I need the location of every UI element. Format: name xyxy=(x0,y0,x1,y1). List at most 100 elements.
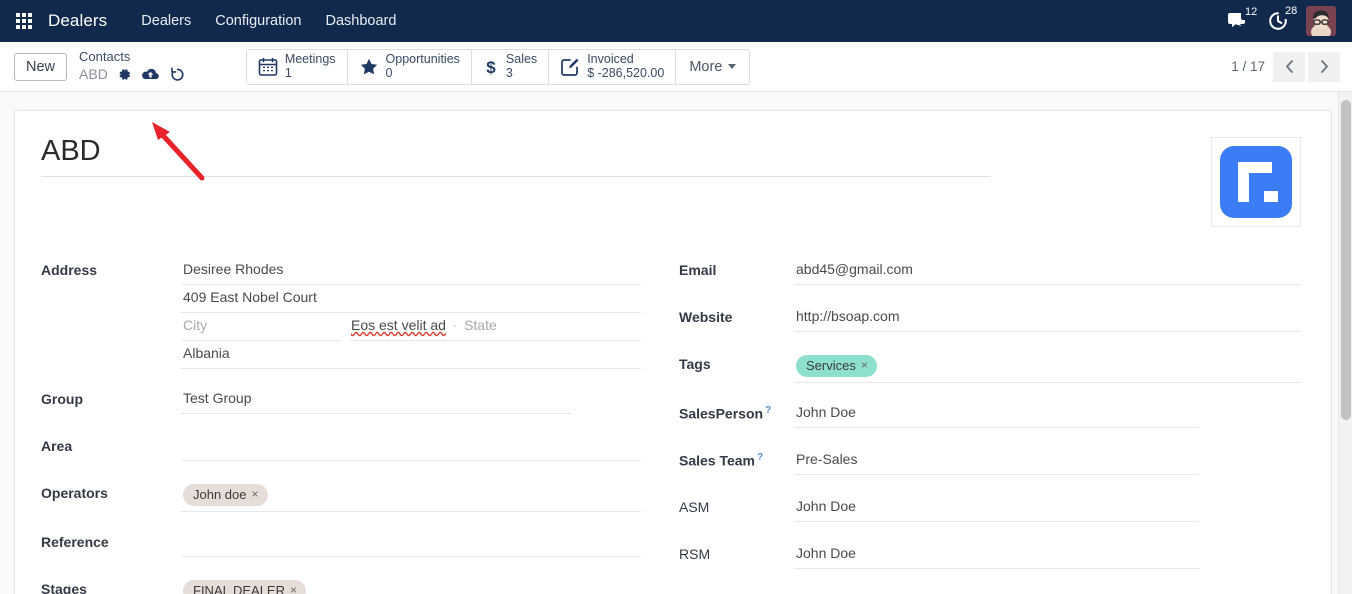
field-label-asm: ASM xyxy=(679,499,710,515)
tag-stage-label: FINAL DEALER xyxy=(193,583,285,594)
cloud-upload-icon[interactable] xyxy=(141,67,160,82)
field-address: Address Desiree Rhodes 409 East Nobel Co… xyxy=(41,257,641,369)
field-body-address: Desiree Rhodes 409 East Nobel Court City… xyxy=(181,257,641,369)
field-website: Website http://bsoap.com xyxy=(679,304,1301,334)
asm-input[interactable]: John Doe xyxy=(794,494,1199,522)
tag-remove-icon[interactable]: × xyxy=(861,357,868,374)
menu-item-dashboard[interactable]: Dashboard xyxy=(314,7,409,35)
field-body-group: Test Group xyxy=(181,386,641,414)
form-content-area: ABD Address Desiree Rhodes 409 East Nobe… xyxy=(0,92,1352,594)
field-label-email: Email xyxy=(679,262,717,278)
stat-value-opportunities: 0 xyxy=(385,65,393,80)
tags-input[interactable]: Services × xyxy=(794,351,1301,383)
stat-button-invoiced[interactable]: Invoiced $ -286,520.00 xyxy=(549,49,677,84)
help-tooltip-icon[interactable]: ? xyxy=(757,452,763,463)
field-email: Email abd45@gmail.com xyxy=(679,257,1301,287)
field-operators: Operators John doe × xyxy=(41,480,641,512)
messages-menu-button[interactable]: 12 xyxy=(1228,4,1262,31)
field-label-sales-team: Sales Team? xyxy=(679,447,794,469)
area-input[interactable] xyxy=(181,433,641,461)
address-state-input[interactable]: Eos est velit ad · State xyxy=(349,313,641,341)
address-street-input[interactable]: 409 East Nobel Court xyxy=(181,285,641,313)
email-input[interactable]: abd45@gmail.com xyxy=(794,257,1301,285)
address-contact-name-input[interactable]: Desiree Rhodes xyxy=(181,257,641,285)
field-label-group: Group xyxy=(41,391,83,407)
breadcrumb: Contacts ABD xyxy=(79,50,186,82)
page-title[interactable]: ABD xyxy=(41,135,991,177)
record-sheet: ABD Address Desiree Rhodes 409 East Nobe… xyxy=(14,110,1332,594)
address-country-input[interactable]: Albania xyxy=(181,341,641,369)
company-logo[interactable] xyxy=(1211,137,1301,227)
stat-button-meetings[interactable]: Meetings 1 xyxy=(247,49,348,84)
menu-item-configuration[interactable]: Configuration xyxy=(203,7,313,35)
salesperson-input[interactable]: John Doe xyxy=(794,400,1199,428)
field-body-salesperson: John Doe xyxy=(794,400,1301,428)
stages-input[interactable]: FINAL DEALER × xyxy=(181,576,641,594)
chevron-down-icon xyxy=(728,64,737,69)
company-logo-icon xyxy=(1220,146,1292,218)
page-scrollbar[interactable] xyxy=(1338,92,1352,594)
tag-operator[interactable]: John doe × xyxy=(183,484,268,506)
pencil-square-icon xyxy=(561,58,579,76)
rsm-input[interactable]: John Doe xyxy=(794,541,1199,569)
user-avatar[interactable] xyxy=(1306,6,1336,36)
top-navbar: Dealers Dealers Configuration Dashboard … xyxy=(0,0,1352,42)
sales-team-input[interactable]: Pre-Sales xyxy=(794,447,1199,475)
reference-input[interactable] xyxy=(181,529,641,557)
group-input[interactable]: Test Group xyxy=(181,386,571,414)
stat-label-meetings: Meetings xyxy=(284,52,336,66)
tag-stage[interactable]: FINAL DEALER × xyxy=(183,580,307,594)
tag-operator-label: John doe xyxy=(193,487,247,502)
activities-menu-button[interactable]: 28 xyxy=(1268,4,1302,31)
field-body-rsm: John Doe xyxy=(794,541,1301,569)
navbar-right-group: 12 28 xyxy=(1228,4,1340,36)
help-tooltip-icon[interactable]: ? xyxy=(765,405,771,416)
undo-icon[interactable] xyxy=(169,66,186,82)
field-body-asm: John Doe xyxy=(794,494,1301,522)
field-label-area: Area xyxy=(41,438,73,454)
field-reference: Reference xyxy=(41,529,641,559)
field-salesperson: SalesPerson? John Doe xyxy=(679,400,1301,430)
more-dropdown-button[interactable]: More xyxy=(676,50,749,84)
field-sales-team: Sales Team? Pre-Sales xyxy=(679,447,1301,477)
menu-item-dealers[interactable]: Dealers xyxy=(129,7,203,35)
pager-next-button[interactable] xyxy=(1308,51,1340,82)
gear-icon[interactable] xyxy=(117,67,132,82)
field-body-reference xyxy=(181,529,641,557)
apps-menu-button[interactable] xyxy=(8,5,40,37)
stat-button-sales[interactable]: $ Sales 3 xyxy=(472,49,550,84)
address-city-input[interactable]: City xyxy=(181,313,341,341)
more-label: More xyxy=(689,58,723,75)
stat-label-invoiced: Invoiced xyxy=(587,52,634,66)
activities-badge: 28 xyxy=(1281,4,1302,19)
title-wrapper: ABD xyxy=(41,135,1211,177)
stat-button-opportunities[interactable]: Opportunities 0 xyxy=(348,49,472,84)
gm-select[interactable] xyxy=(794,588,1307,594)
dollar-icon: $ xyxy=(486,58,496,77)
tag-remove-icon[interactable]: × xyxy=(252,486,259,503)
messages-badge: 12 xyxy=(1241,4,1262,20)
field-tags: Tags Services × xyxy=(679,351,1301,383)
stat-value-invoiced: $ -286,520.00 xyxy=(587,65,665,80)
tag-remove-icon[interactable]: × xyxy=(290,582,297,594)
grid-apps-icon xyxy=(16,13,32,29)
field-label-operators: Operators xyxy=(41,485,108,501)
tag-services[interactable]: Services × xyxy=(796,355,877,377)
stat-value-meetings: 1 xyxy=(284,65,292,80)
field-body-sales-team: Pre-Sales xyxy=(794,447,1301,475)
field-body-operators: John doe × xyxy=(181,480,641,512)
stat-value-sales: 3 xyxy=(505,65,513,80)
chevron-left-icon xyxy=(1285,60,1293,73)
pager-previous-button[interactable] xyxy=(1273,51,1305,82)
field-label-stages: Stages xyxy=(41,581,87,594)
new-button[interactable]: New xyxy=(14,52,68,81)
scrollbar-thumb[interactable] xyxy=(1341,100,1351,420)
website-input[interactable]: http://bsoap.com xyxy=(794,304,1301,332)
brand-title[interactable]: Dealers xyxy=(48,11,107,31)
operators-input[interactable]: John doe × xyxy=(181,480,641,512)
sales-team-label-text: Sales Team xyxy=(679,452,756,469)
field-label-reference: Reference xyxy=(41,534,109,550)
stat-buttons-group: Meetings 1 Opportunities 0 $ Sales 3 Inv… xyxy=(245,48,751,85)
field-body-gm xyxy=(794,588,1301,594)
breadcrumb-parent-contacts[interactable]: Contacts xyxy=(79,50,186,65)
